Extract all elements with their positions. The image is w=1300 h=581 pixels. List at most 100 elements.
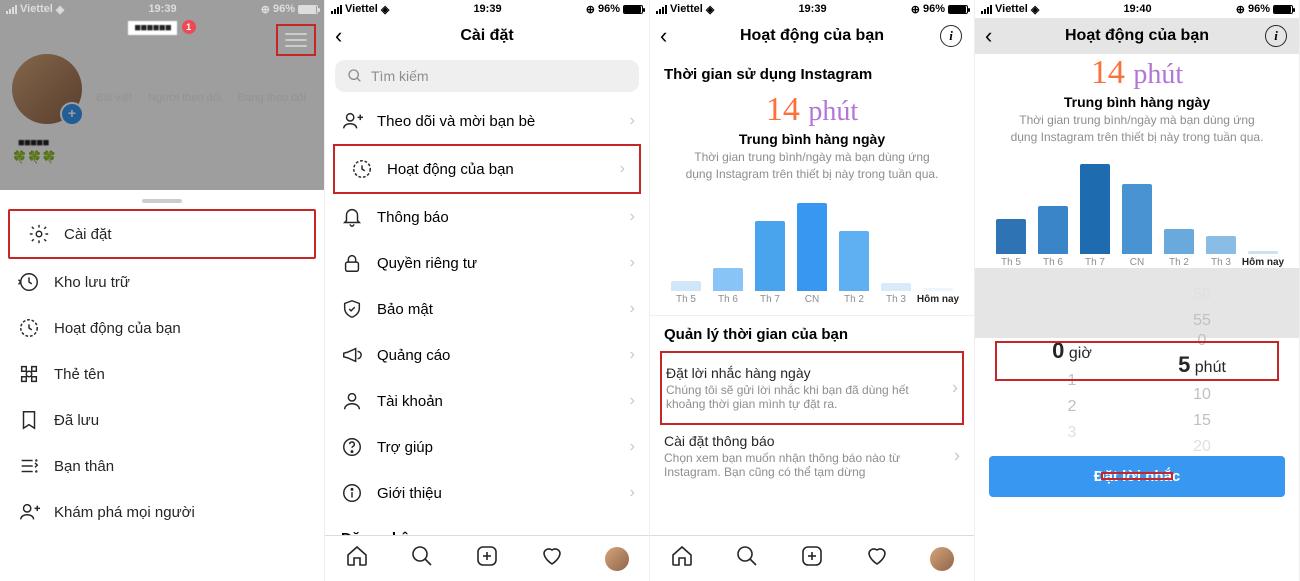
tab-profile[interactable] bbox=[605, 547, 629, 571]
tab-search[interactable] bbox=[410, 544, 434, 573]
label: Hoạt động của bạn bbox=[54, 320, 181, 337]
menu-button[interactable] bbox=[276, 24, 316, 56]
chevron-right-icon: › bbox=[630, 254, 635, 272]
section-heading: Thời gian sử dụng Instagram bbox=[664, 66, 960, 83]
usage-chart: Th 5Th 6Th 7CNTh 2Th 3 Hôm nay bbox=[989, 158, 1285, 268]
sheet-item-nametag[interactable]: Thẻ tên bbox=[0, 351, 324, 397]
bar[interactable]: Th 2 bbox=[1162, 229, 1196, 268]
settings-item-help[interactable]: Trợ giúp› bbox=[325, 424, 649, 470]
usage-chart[interactable]: Th 5 Th 6Th 7CNTh 2 Th 3 Hôm nay bbox=[664, 195, 960, 305]
row-set-daily-reminder[interactable]: Đặt lời nhắc hàng ngày Chúng tôi sẽ gửi … bbox=[666, 357, 958, 419]
daily-average-desc: Thời gian trung bình/ngày mà bạn dùng ứn… bbox=[664, 149, 960, 183]
bar[interactable]: Th 2 bbox=[837, 231, 871, 305]
carrier-label: Viettel bbox=[670, 3, 703, 15]
tab-activity[interactable] bbox=[540, 544, 564, 573]
bar[interactable]: Th 7 bbox=[753, 221, 787, 305]
clock: 19:39 bbox=[473, 3, 501, 15]
bar[interactable]: CN bbox=[1120, 184, 1154, 268]
back-button[interactable]: ‹ bbox=[335, 23, 342, 49]
time-picker[interactable]: 0 giờ 1 2 3 50 55 0 5 phút 10 15 20 bbox=[975, 286, 1299, 436]
set-reminder-button[interactable]: Đặt lời nhắc bbox=[989, 456, 1285, 497]
settings-item-activity[interactable]: Hoạt động của bạn› bbox=[333, 144, 641, 194]
label: Theo dõi và mời bạn bè bbox=[377, 113, 535, 130]
bar[interactable]: Hôm nay bbox=[1246, 251, 1280, 268]
daily-average-label: Trung bình hàng ngày bbox=[989, 94, 1285, 110]
row-notification-settings[interactable]: Cài đặt thông báo Chọn xem bạn muốn nhận… bbox=[664, 425, 960, 487]
picker-hours[interactable]: 0 giờ 1 2 3 bbox=[1032, 286, 1112, 436]
display-name: ■■■■■ bbox=[12, 136, 55, 150]
row-title: Cài đặt thông báo bbox=[664, 433, 960, 449]
battery-icon bbox=[1273, 5, 1293, 14]
bar[interactable]: Th 3 bbox=[1204, 236, 1238, 268]
settings-item-lock[interactable]: Quyền riêng tư › bbox=[325, 240, 649, 286]
stat[interactable]: 399Người theo dõi bbox=[148, 74, 221, 104]
daily-average-label: Trung bình hàng ngày bbox=[664, 131, 960, 147]
page-title: Cài đặt bbox=[460, 27, 513, 45]
tab-add[interactable] bbox=[475, 544, 499, 573]
picker-minutes[interactable]: 50 55 0 5 phút 10 15 20 bbox=[1162, 286, 1242, 436]
chevron-right-icon: › bbox=[630, 484, 635, 502]
label: Thẻ tên bbox=[54, 366, 105, 383]
tab-search[interactable] bbox=[735, 544, 759, 573]
profile-avatar[interactable] bbox=[12, 54, 82, 124]
sheet-item-bookmark[interactable]: Đã lưu bbox=[0, 397, 324, 443]
panel-activity: Viettel ◈ 19:39 ⊕96% ‹ Hoạt động của bạn… bbox=[650, 0, 975, 581]
bar[interactable]: CN bbox=[795, 203, 829, 305]
battery-pct: 96% bbox=[923, 3, 945, 15]
sheet-handle[interactable] bbox=[142, 199, 182, 203]
bar[interactable]: Th 5 bbox=[994, 219, 1028, 268]
info-icon[interactable]: i bbox=[940, 25, 962, 47]
search-placeholder: Tìm kiếm bbox=[371, 68, 429, 84]
label: Cài đặt bbox=[64, 226, 112, 243]
signal-icon bbox=[331, 5, 342, 14]
chevron-right-icon: › bbox=[952, 377, 958, 398]
label: Quảng cáo bbox=[377, 347, 450, 364]
nav-bar: ‹ Hoạt động của bạn i bbox=[975, 18, 1299, 54]
row-desc: Chọn xem bạn muốn nhận thông báo nào từ … bbox=[664, 451, 960, 479]
status-bar: Viettel ◈ 19:40 ⊕96% bbox=[975, 0, 1299, 18]
tab-add[interactable] bbox=[800, 544, 824, 573]
settings-item-megaphone[interactable]: Quảng cáo› bbox=[325, 332, 649, 378]
bar[interactable]: Th 7 bbox=[1078, 164, 1112, 268]
label: Giới thiệu bbox=[377, 485, 442, 502]
battery-icon bbox=[298, 5, 318, 14]
battery-pct: 96% bbox=[598, 3, 620, 15]
info-icon[interactable]: i bbox=[1265, 25, 1287, 47]
bar[interactable]: Hôm nay bbox=[921, 288, 955, 305]
tab-home[interactable] bbox=[670, 544, 694, 573]
bar[interactable]: Th 5 bbox=[669, 281, 703, 305]
clock: 19:40 bbox=[1123, 3, 1151, 15]
bio-text: 🍀🍀🍀 bbox=[12, 150, 312, 164]
battery-icon bbox=[623, 5, 643, 14]
sheet-item-discover[interactable]: Khám phá mọi người bbox=[0, 489, 324, 535]
sheet-item-gear[interactable]: Cài đặt bbox=[8, 209, 316, 259]
back-button[interactable]: ‹ bbox=[660, 23, 667, 49]
bar[interactable]: Th 6 bbox=[1036, 206, 1070, 268]
sheet-item-closefriends[interactable]: Bạn thân bbox=[0, 443, 324, 489]
tab-profile[interactable] bbox=[930, 547, 954, 571]
panel-profile: Viettel ◈ 19:39 ⊕96% ■■■■■■ 1 151Bài viế… bbox=[0, 0, 325, 581]
tab-activity[interactable] bbox=[865, 544, 889, 573]
clock: 19:39 bbox=[148, 3, 176, 15]
back-button[interactable]: ‹ bbox=[985, 23, 992, 49]
settings-item-follow[interactable]: Theo dõi và mời bạn bè› bbox=[325, 98, 649, 144]
label: Kho lưu trữ bbox=[54, 274, 130, 291]
stat[interactable]: 103Đang theo dõi bbox=[237, 74, 306, 104]
stat[interactable]: 151Bài viết bbox=[96, 74, 132, 104]
settings-item-info[interactable]: Giới thiệu › bbox=[325, 470, 649, 516]
sheet-item-activity[interactable]: Hoạt động của bạn bbox=[0, 305, 324, 351]
row-desc: Chúng tôi sẽ gửi lời nhắc khi bạn đã dùn… bbox=[666, 383, 958, 411]
bar[interactable]: Th 6 bbox=[711, 268, 745, 305]
chevron-right-icon: › bbox=[630, 300, 635, 318]
tab-home[interactable] bbox=[345, 544, 369, 573]
bar[interactable]: Th 3 bbox=[879, 283, 913, 305]
settings-item-bell[interactable]: Thông báo› bbox=[325, 194, 649, 240]
label: Thông báo bbox=[377, 209, 449, 226]
label: Quyền riêng tư bbox=[377, 255, 477, 272]
settings-item-account[interactable]: Tài khoản› bbox=[325, 378, 649, 424]
settings-item-shield[interactable]: Bảo mật› bbox=[325, 286, 649, 332]
panel-set-reminder: Viettel ◈ 19:40 ⊕96% ‹ Hoạt động của bạn… bbox=[975, 0, 1300, 581]
status-bar: Viettel ◈ 19:39 ⊕96% bbox=[650, 0, 974, 18]
sheet-item-archive[interactable]: Kho lưu trữ bbox=[0, 259, 324, 305]
search-field[interactable]: Tìm kiếm bbox=[335, 60, 639, 92]
